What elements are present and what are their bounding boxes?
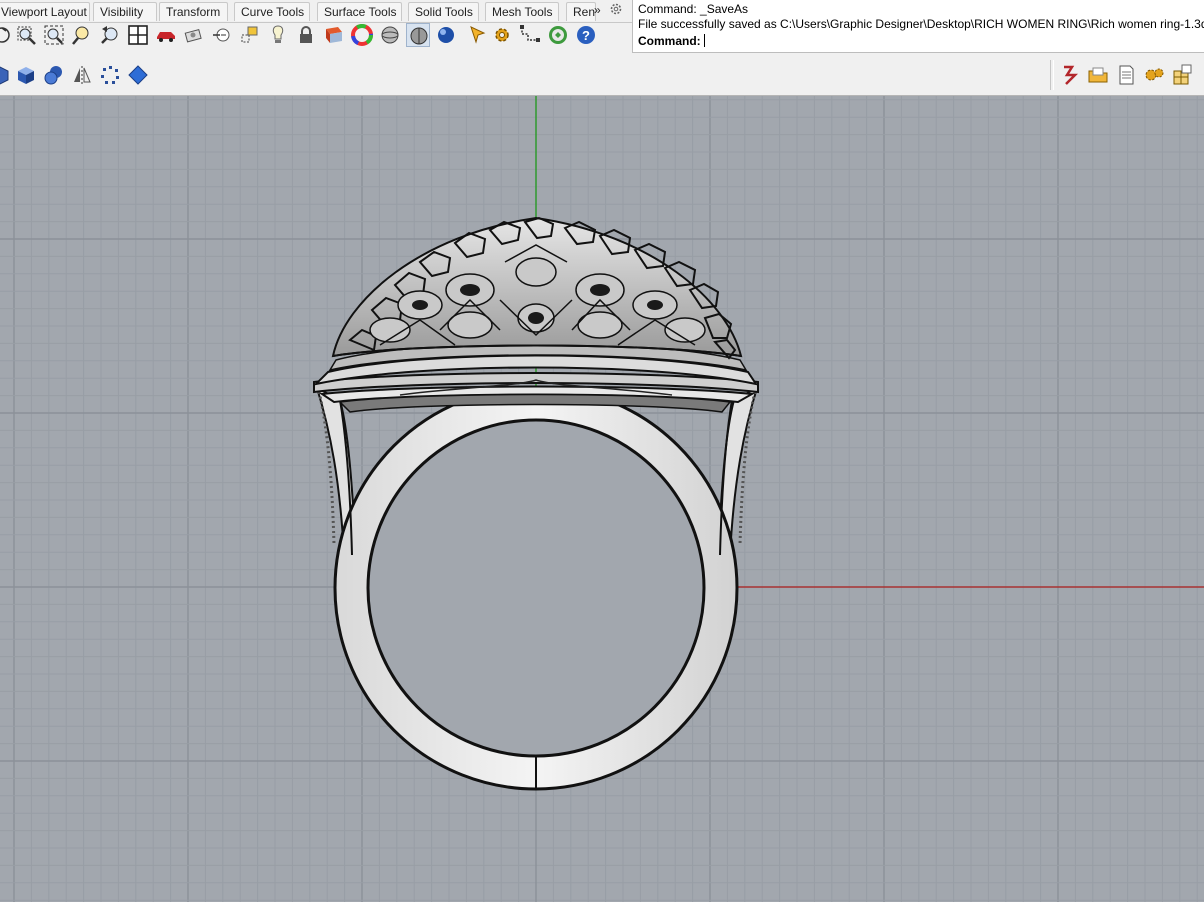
open-folder-icon[interactable] — [1086, 63, 1110, 87]
tab-curve-tools[interactable]: Curve Tools — [234, 2, 310, 21]
box-solid-icon[interactable] — [0, 63, 12, 87]
car-icon[interactable] — [154, 23, 178, 47]
ring-gallery — [312, 342, 759, 413]
settings-gear-icon[interactable] — [1142, 63, 1166, 87]
zoom-window-icon[interactable] — [14, 23, 38, 47]
ring-model — [312, 216, 759, 791]
gear-icon[interactable] — [490, 23, 514, 47]
rotate-view-icon[interactable] — [0, 23, 14, 47]
tab-settings-gear-icon[interactable] — [609, 2, 623, 16]
front-viewport[interactable] — [0, 96, 1204, 902]
command-panel: Command: _SaveAs File successfully saved… — [632, 0, 1204, 53]
ring-stone-cluster — [331, 216, 743, 360]
secondary-toolbar — [0, 57, 1204, 96]
named-cplane-icon[interactable] — [238, 23, 262, 47]
tab-mesh-tools[interactable]: Mesh Tools — [485, 2, 559, 21]
four-viewports-icon[interactable] — [126, 23, 150, 47]
color-wheel-icon[interactable] — [350, 23, 374, 47]
dimension-icon[interactable] — [518, 23, 542, 47]
tab-visibility[interactable]: Visibility — [93, 2, 157, 21]
zoom-selected-icon[interactable] — [70, 23, 94, 47]
svg-text:?: ? — [582, 28, 590, 43]
lock-icon[interactable] — [294, 23, 318, 47]
tab-transform[interactable]: Transform — [159, 2, 228, 21]
box-blue-icon[interactable] — [14, 63, 38, 87]
command-prompt-label: Command: — [638, 34, 701, 48]
standard-toolbar: ? — [0, 23, 632, 51]
rendered-sphere-icon[interactable] — [406, 23, 430, 47]
zoom-extents-icon[interactable] — [42, 23, 66, 47]
spheres-icon[interactable] — [42, 63, 66, 87]
layer-icon[interactable] — [1058, 63, 1082, 87]
light-icon[interactable] — [266, 23, 290, 47]
properties-icon[interactable] — [1170, 63, 1194, 87]
camera-icon[interactable] — [182, 23, 206, 47]
tabs-overflow-chevron-icon[interactable]: » — [594, 3, 601, 17]
mirror-icon[interactable] — [70, 63, 94, 87]
command-history-line-1: Command: _SaveAs — [638, 2, 749, 16]
set-cplane-icon[interactable] — [210, 23, 234, 47]
command-input-caret[interactable] — [703, 34, 705, 47]
undo-view-icon[interactable] — [98, 23, 122, 47]
globe-icon[interactable] — [546, 23, 570, 47]
shaded-sphere-icon[interactable] — [378, 23, 402, 47]
toolbar-tab-bar: Viewport Layout Visibility Transform Cur… — [0, 0, 632, 23]
toolbar-separator — [1050, 60, 1054, 90]
select-arrow-icon[interactable] — [466, 23, 490, 47]
ring-band — [333, 385, 739, 791]
tab-rendering[interactable]: Ren — [566, 2, 596, 21]
blue-sphere-icon[interactable] — [434, 23, 458, 47]
command-history-line-2: File successfully saved as C:\Users\Grap… — [638, 17, 1204, 31]
tab-solid-tools[interactable]: Solid Tools — [408, 2, 479, 21]
tab-viewport-layout[interactable]: Viewport Layout — [0, 2, 90, 21]
help-icon[interactable]: ? — [574, 23, 598, 47]
document-icon[interactable] — [1114, 63, 1138, 87]
points-icon[interactable] — [98, 63, 122, 87]
diamond-icon[interactable] — [126, 63, 150, 87]
material-icon[interactable] — [322, 23, 346, 47]
tab-surface-tools[interactable]: Surface Tools — [317, 2, 402, 21]
command-line[interactable]: Command: — [638, 34, 705, 48]
top-toolbar-area: Viewport Layout Visibility Transform Cur… — [0, 0, 1204, 57]
